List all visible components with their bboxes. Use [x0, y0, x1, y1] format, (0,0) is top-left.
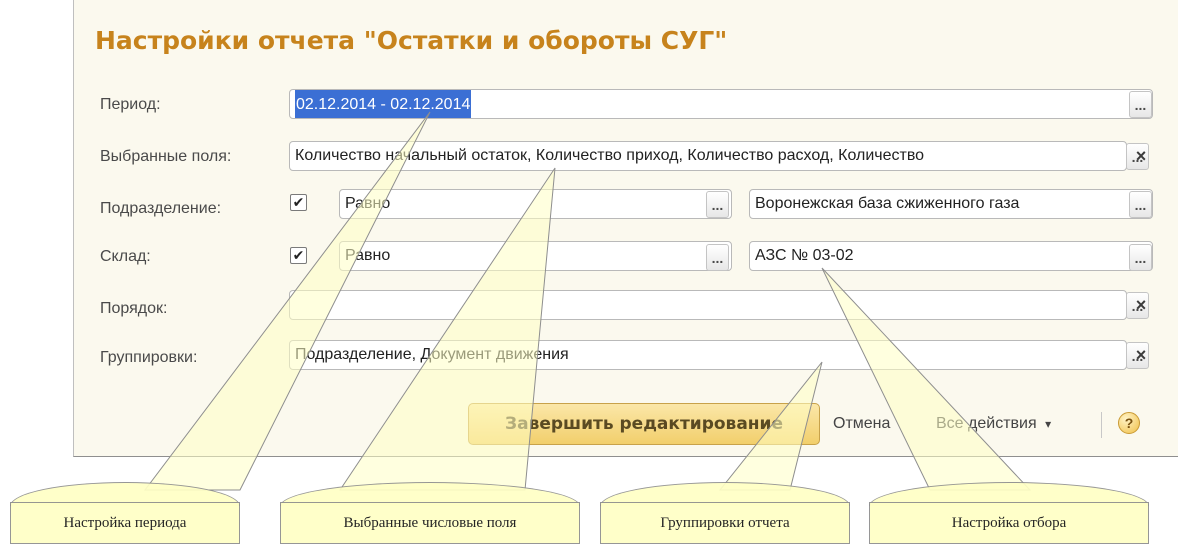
groupings-clear-button[interactable]: ×: [1130, 342, 1152, 369]
warehouse-checkbox[interactable]: ✔: [290, 247, 307, 264]
subdivision-condition-select-button[interactable]: ...: [706, 191, 729, 218]
finish-editing-button[interactable]: Завершить редактирование: [468, 403, 820, 445]
ellipsis-icon: ...: [1134, 250, 1147, 266]
selected-fields-field[interactable]: Количество начальный остаток, Количество…: [289, 141, 1127, 171]
help-icon: ?: [1124, 415, 1134, 431]
subdivision-condition-value: Равно: [345, 195, 391, 212]
period-value: 02.12.2014 - 02.12.2014: [295, 90, 472, 118]
order-label: Порядок:: [100, 300, 168, 317]
callout-period-settings: Настройка периода: [10, 502, 240, 544]
callout-filter-settings: Настройка отбора: [869, 502, 1149, 544]
callout-selected-numeric-fields: Выбранные числовые поля: [280, 502, 580, 544]
clear-icon: ×: [1135, 345, 1147, 365]
warehouse-value: АЗС № 03-02: [755, 247, 854, 264]
warehouse-condition-field[interactable]: Равно: [339, 241, 732, 271]
check-icon: ✔: [292, 194, 305, 210]
period-label: Период:: [100, 96, 161, 113]
warehouse-condition-value: Равно: [345, 247, 391, 264]
dialog-title: Настройки отчета "Остатки и обороты СУГ": [95, 26, 728, 55]
ellipsis-icon: ...: [1134, 97, 1147, 113]
check-icon: ✔: [292, 247, 305, 263]
subdivision-checkbox[interactable]: ✔: [290, 194, 307, 211]
warehouse-value-field[interactable]: АЗС № 03-02: [749, 241, 1153, 271]
selected-fields-clear-button[interactable]: ×: [1130, 143, 1152, 170]
callout-report-groupings: Группировки отчета: [600, 502, 850, 544]
period-select-button[interactable]: ...: [1129, 91, 1152, 118]
all-actions-menu[interactable]: Все действия ▾: [936, 415, 1051, 433]
ellipsis-icon: ...: [1134, 197, 1147, 213]
subdivision-value-field[interactable]: Воронежская база сжиженного газа: [749, 189, 1153, 219]
chevron-down-icon: ▾: [1045, 417, 1052, 431]
subdivision-condition-field[interactable]: Равно: [339, 189, 732, 219]
order-clear-button[interactable]: ×: [1130, 292, 1152, 319]
cancel-button[interactable]: Отмена: [833, 415, 890, 433]
subdivision-value: Воронежская база сжиженного газа: [755, 195, 1020, 212]
subdivision-label: Подразделение:: [100, 200, 222, 217]
selected-fields-label: Выбранные поля:: [100, 148, 232, 165]
ellipsis-icon: ...: [711, 250, 724, 266]
ellipsis-icon: ...: [711, 197, 724, 213]
warehouse-condition-select-button[interactable]: ...: [706, 244, 729, 271]
all-actions-label: Все действия: [936, 415, 1037, 432]
order-field[interactable]: [289, 290, 1127, 320]
clear-icon: ×: [1135, 146, 1147, 166]
help-button[interactable]: ?: [1118, 412, 1140, 434]
period-field[interactable]: 02.12.2014 - 02.12.2014: [289, 89, 1153, 119]
groupings-field[interactable]: Подразделение, Документ движения: [289, 340, 1127, 370]
selected-fields-value: Количество начальный остаток, Количество…: [295, 147, 925, 164]
warehouse-label: Склад:: [100, 248, 151, 265]
settings-dialog: [73, 0, 1178, 457]
screenshot-stage: Настройки отчета "Остатки и обороты СУГ"…: [0, 0, 1178, 547]
warehouse-value-select-button[interactable]: ...: [1129, 244, 1152, 271]
groupings-label: Группировки:: [100, 349, 198, 366]
clear-icon: ×: [1135, 295, 1147, 315]
groupings-value: Подразделение, Документ движения: [295, 346, 569, 363]
footer-divider: [1101, 412, 1102, 438]
subdivision-value-select-button[interactable]: ...: [1129, 191, 1152, 218]
